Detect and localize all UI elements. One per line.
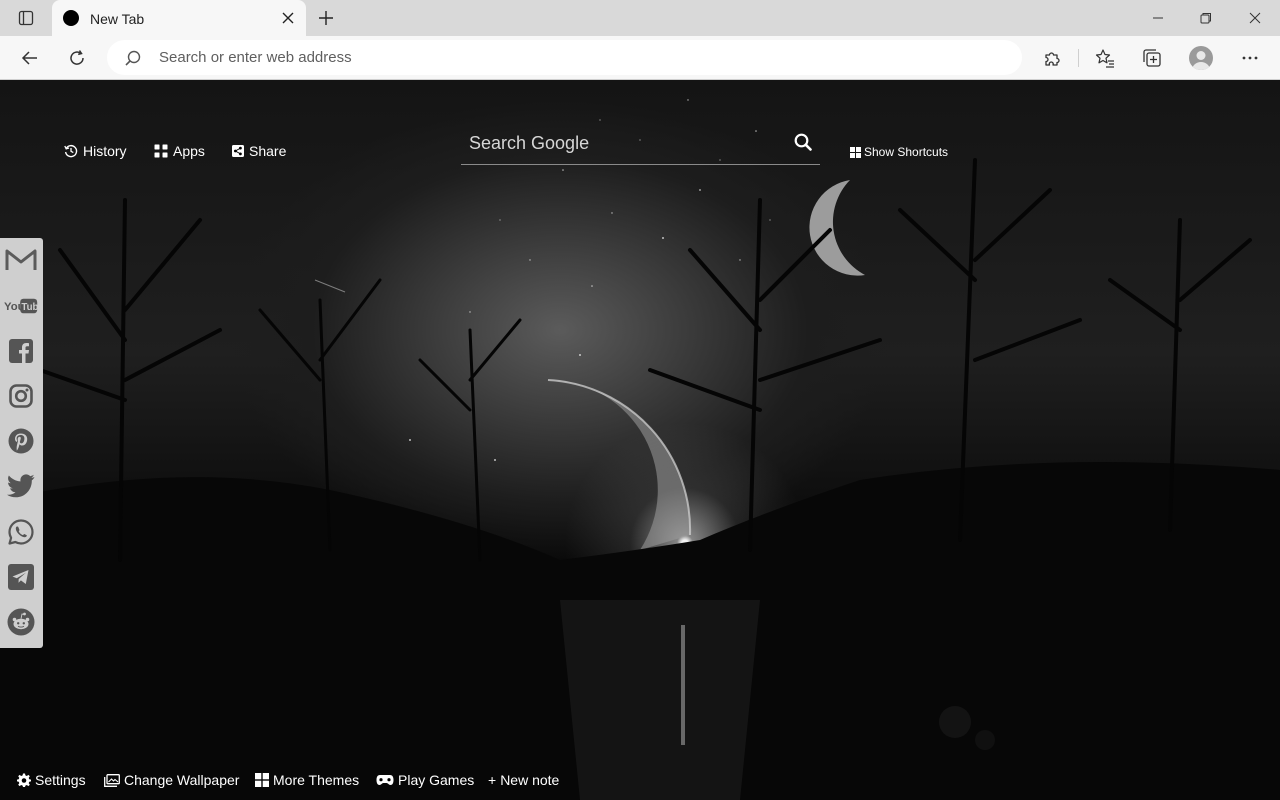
apps-link[interactable]: Apps	[154, 141, 205, 161]
star-list-icon	[1095, 49, 1114, 68]
close-icon	[1249, 12, 1261, 24]
extensions-button[interactable]	[1038, 44, 1066, 72]
settings-link[interactable]: Settings	[17, 768, 86, 792]
youtube-link[interactable]: You Tube	[4, 289, 38, 323]
arrow-left-icon	[21, 51, 37, 65]
show-shortcuts-label: Show Shortcuts	[864, 145, 949, 159]
address-bar[interactable]	[107, 40, 1022, 75]
telegram-icon	[8, 564, 34, 590]
social-links-sidebar: You Tube	[0, 238, 43, 648]
refresh-button[interactable]	[63, 44, 91, 72]
reddit-link[interactable]	[4, 605, 38, 639]
history-icon	[64, 144, 78, 158]
facebook-link[interactable]	[4, 334, 38, 368]
windows-grid-icon	[255, 773, 269, 787]
collections-button[interactable]	[1138, 44, 1166, 72]
address-input[interactable]	[159, 40, 999, 75]
tab-close-button[interactable]	[278, 8, 298, 28]
apps-label: Apps	[173, 143, 205, 159]
restore-icon	[1200, 13, 1211, 24]
telegram-link[interactable]	[4, 560, 38, 594]
restore-button[interactable]	[1191, 4, 1221, 32]
favorites-button[interactable]	[1091, 44, 1119, 72]
instagram-link[interactable]	[4, 379, 38, 413]
new-tab-page: History Apps Share Show Shortcuts You Tu…	[0, 80, 1280, 800]
close-icon	[282, 12, 294, 24]
new-note-label: New note	[500, 772, 560, 788]
youtube-text-tube: Tube	[21, 302, 38, 313]
more-themes-label: More Themes	[273, 772, 360, 788]
gmail-link[interactable]	[4, 243, 38, 277]
tab-title: New Tab	[90, 11, 145, 27]
pinterest-icon	[8, 428, 34, 454]
reddit-icon	[7, 608, 35, 636]
bottom-toolbar: Settings Change Wallpaper More Themes Pl…	[0, 768, 600, 792]
new-note-link[interactable]: + New note	[488, 768, 559, 792]
settings-more-button[interactable]	[1236, 44, 1264, 72]
youtube-icon: You Tube	[4, 298, 38, 314]
more-horizontal-icon	[1242, 56, 1258, 60]
search-button[interactable]	[792, 131, 814, 153]
history-label: History	[83, 143, 127, 159]
collections-icon	[1143, 49, 1161, 67]
close-window-button[interactable]	[1240, 4, 1270, 32]
search-icon	[794, 133, 812, 151]
active-tab[interactable]: New Tab	[52, 0, 306, 36]
history-link[interactable]: History	[64, 141, 127, 161]
share-label: Share	[249, 143, 287, 159]
gear-icon	[17, 773, 31, 787]
apps-grid-icon	[154, 144, 168, 158]
facebook-icon	[9, 339, 33, 363]
gmail-icon	[5, 249, 37, 270]
play-games-label: Play Games	[398, 772, 475, 788]
tab-actions-icon	[18, 10, 34, 26]
google-search-input[interactable]	[469, 131, 769, 155]
whatsapp-icon	[8, 519, 34, 545]
night-forest-wallpaper	[0, 99, 1280, 800]
google-search-box	[461, 125, 820, 165]
tab-favicon-icon	[63, 10, 79, 26]
plus-icon: +	[488, 772, 497, 788]
new-tab-button[interactable]	[314, 6, 338, 30]
more-themes-link[interactable]: More Themes	[255, 768, 359, 792]
back-button[interactable]	[16, 44, 44, 72]
search-icon	[125, 50, 141, 66]
tab-strip: New Tab	[0, 0, 1280, 36]
profile-avatar[interactable]	[1189, 46, 1213, 70]
minimize-button[interactable]	[1143, 4, 1173, 32]
pinterest-link[interactable]	[4, 424, 38, 458]
image-icon	[104, 773, 120, 787]
change-wallpaper-link[interactable]: Change Wallpaper	[104, 768, 239, 792]
minimize-icon	[1153, 17, 1163, 19]
whatsapp-link[interactable]	[4, 515, 38, 549]
twitter-link[interactable]	[4, 469, 38, 503]
change-wallpaper-label: Change Wallpaper	[124, 772, 240, 788]
toolbar-divider	[1078, 49, 1079, 67]
plus-icon	[319, 11, 333, 25]
show-shortcuts-button[interactable]: Show Shortcuts	[850, 144, 948, 160]
share-link[interactable]: Share	[232, 141, 286, 161]
navigation-toolbar	[0, 36, 1280, 80]
grid-icon	[850, 146, 861, 158]
share-icon	[232, 145, 244, 157]
gamepad-icon	[376, 775, 394, 785]
play-games-link[interactable]: Play Games	[376, 768, 474, 792]
puzzle-icon	[1045, 52, 1060, 66]
instagram-icon	[9, 384, 33, 408]
tab-actions-button[interactable]	[12, 7, 40, 29]
settings-label: Settings	[35, 772, 86, 788]
user-icon	[1192, 51, 1210, 70]
refresh-icon	[70, 50, 84, 65]
twitter-icon	[7, 474, 35, 498]
